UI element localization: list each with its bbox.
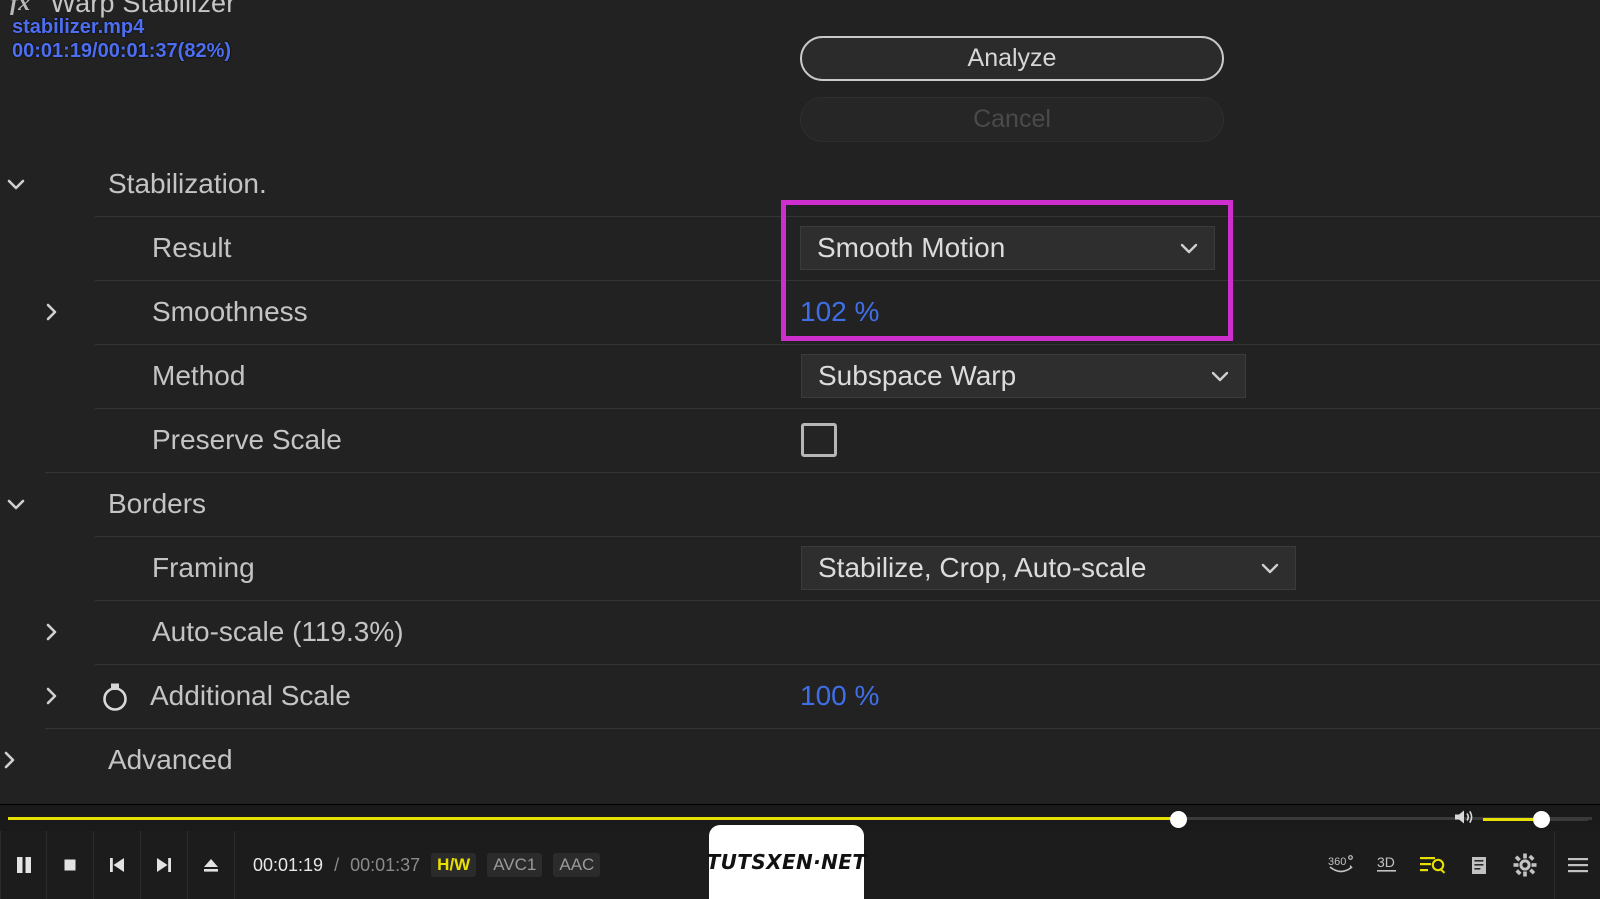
volume-slider-fill: [1483, 818, 1539, 821]
pause-button[interactable]: [0, 831, 47, 899]
warp-stabilizer-effect-panel: fx Warp Stabilizer stabilizer.mp4 00:01:…: [0, 0, 1600, 899]
hamburger-menu-icon[interactable]: [1554, 831, 1600, 899]
analysis-status: stabilizer.mp4 00:01:19/00:01:37(82%): [12, 16, 231, 63]
property-row-method[interactable]: Method Subspace Warp: [0, 344, 1600, 408]
fx-icon: fx: [10, 0, 31, 16]
property-row-auto-scale[interactable]: Auto-scale (119.3%): [0, 600, 1600, 664]
smoothness-value[interactable]: 102 %: [800, 296, 879, 328]
method-dropdown-value: Subspace Warp: [818, 360, 1017, 391]
effect-header: fx Warp Stabilizer: [0, 0, 1600, 20]
group-row-borders[interactable]: Borders: [0, 472, 1600, 536]
property-row-framing[interactable]: Framing Stabilize, Crop, Auto-scale: [0, 536, 1600, 600]
method-dropdown[interactable]: Subspace Warp: [801, 354, 1246, 398]
volume-control[interactable]: [1453, 808, 1588, 831]
3d-icon[interactable]: 3D: [1364, 831, 1410, 899]
group-label-borders: Borders: [108, 488, 207, 519]
property-label-preserve-scale: Preserve Scale: [152, 424, 342, 455]
stop-button[interactable]: [47, 831, 94, 899]
property-label-smoothness: Smoothness: [152, 296, 308, 327]
property-label-method: Method: [152, 360, 246, 391]
result-dropdown-value: Smooth Motion: [817, 232, 1006, 263]
current-timecode[interactable]: 00:01:19: [253, 855, 323, 876]
chevron-right-icon[interactable]: [38, 299, 64, 325]
badge-hardware[interactable]: H/W: [431, 853, 477, 877]
gear-icon[interactable]: [1502, 831, 1548, 899]
group-label-stabilization: Stabilization.: [108, 168, 267, 199]
settings-search-icon[interactable]: [1410, 831, 1456, 899]
framing-dropdown-value: Stabilize, Crop, Auto-scale: [818, 552, 1147, 583]
property-row-smoothness[interactable]: Smoothness 102 %: [0, 280, 1600, 344]
scrubber-progress: [8, 817, 1178, 820]
chevron-down-icon: [1257, 555, 1283, 581]
group-row-advanced[interactable]: Advanced: [0, 728, 1600, 792]
property-list: Stabilization. Result Smooth Motion Smoo…: [0, 152, 1600, 792]
chevron-down-icon[interactable]: [3, 171, 29, 197]
analysis-clip-name: stabilizer.mp4: [12, 16, 145, 38]
svg-text:3D: 3D: [1377, 854, 1395, 870]
badge-video-codec: AVC1: [487, 853, 543, 877]
watermark-text: TUTSXEN·NET: [706, 850, 867, 874]
chevron-down-icon: [1207, 363, 1233, 389]
property-row-result[interactable]: Result Smooth Motion: [0, 216, 1600, 280]
eject-button[interactable]: [188, 831, 235, 899]
player-right-icons: 360 3D: [1318, 831, 1600, 899]
360-icon[interactable]: 360: [1318, 831, 1364, 899]
property-label-auto-scale: Auto-scale (119.3%): [152, 616, 404, 647]
cancel-button: Cancel: [800, 97, 1224, 142]
badge-audio-codec: AAC: [553, 853, 601, 877]
analysis-progress-text: 00:01:19/00:01:37(82%): [12, 39, 232, 62]
volume-slider-track[interactable]: [1483, 811, 1588, 828]
volume-icon[interactable]: [1453, 808, 1475, 831]
property-row-additional-scale[interactable]: Additional Scale 100 %: [0, 664, 1600, 728]
property-label-framing: Framing: [152, 552, 255, 583]
property-label-result: Result: [152, 232, 232, 263]
additional-scale-value[interactable]: 100 %: [800, 680, 879, 712]
group-row-stabilization[interactable]: Stabilization.: [0, 152, 1600, 216]
timecode-separator: /: [334, 854, 340, 875]
list-icon[interactable]: [1456, 831, 1502, 899]
total-duration: 00:01:37: [350, 854, 421, 875]
playhead-handle[interactable]: [1170, 811, 1187, 828]
analyze-button[interactable]: Analyze: [800, 36, 1224, 81]
volume-slider-handle[interactable]: [1533, 811, 1550, 828]
property-row-preserve-scale[interactable]: Preserve Scale: [0, 408, 1600, 472]
preserve-scale-checkbox[interactable]: [801, 423, 837, 457]
stopwatch-icon[interactable]: [97, 678, 133, 714]
chevron-right-icon[interactable]: [38, 619, 64, 645]
result-dropdown[interactable]: Smooth Motion: [800, 226, 1215, 270]
property-label-additional-scale: Additional Scale: [150, 680, 351, 711]
timecode-display: 00:01:19 / 00:01:37 H/W AVC1 AAC: [253, 853, 601, 877]
chevron-right-icon[interactable]: [38, 683, 64, 709]
framing-dropdown[interactable]: Stabilize, Crop, Auto-scale: [801, 546, 1296, 590]
group-label-advanced: Advanced: [108, 744, 233, 775]
next-frame-button[interactable]: [141, 831, 188, 899]
svg-text:360: 360: [1328, 856, 1346, 868]
previous-frame-button[interactable]: [94, 831, 141, 899]
watermark: TUTSXEN·NET: [706, 825, 867, 899]
chevron-down-icon: [1176, 235, 1202, 261]
chevron-right-icon[interactable]: [0, 747, 22, 773]
chevron-down-icon[interactable]: [3, 491, 29, 517]
